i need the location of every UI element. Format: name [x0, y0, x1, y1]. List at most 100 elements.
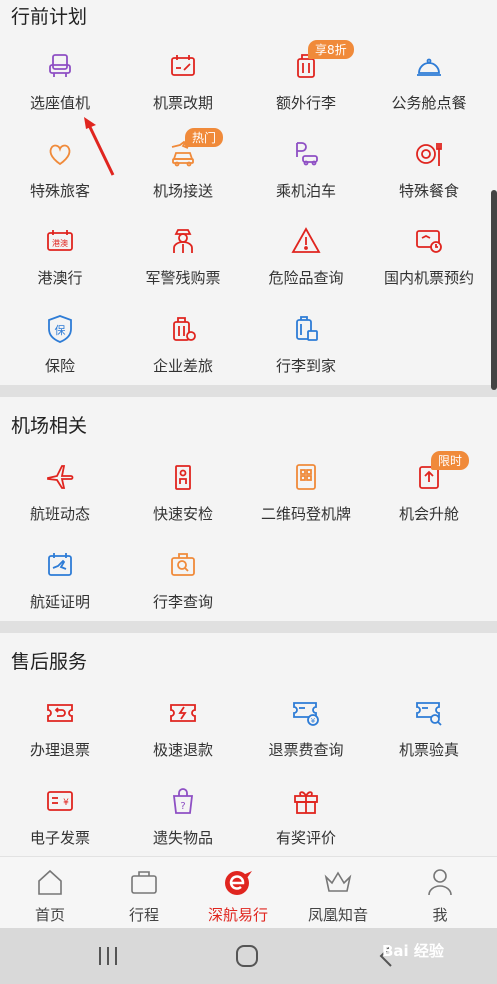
item-flight-status[interactable]: 航班动态 — [0, 461, 120, 541]
item-label: 军警残购票 — [145, 269, 221, 287]
lost-item-icon: ? — [167, 785, 199, 817]
verify-ticket-icon — [413, 697, 445, 729]
item-luggage-home[interactable]: 行李到家 — [246, 313, 366, 393]
item-fast-security[interactable]: 快速安检 — [123, 461, 243, 541]
item-label: 快速安检 — [152, 505, 213, 523]
heart-icon — [44, 138, 76, 170]
item-business-meal[interactable]: 公务舱点餐 — [369, 50, 489, 130]
item-label: 机票验真 — [398, 741, 459, 759]
item-extra-luggage[interactable]: 享8折 额外行李 — [246, 40, 366, 130]
ticket-change-icon — [167, 50, 199, 82]
airline-logo-icon — [225, 871, 252, 895]
item-label: 二维码登机牌 — [260, 505, 351, 523]
warning-icon — [290, 225, 322, 257]
item-label: 行李查询 — [152, 593, 213, 611]
home-button-icon[interactable] — [232, 942, 262, 970]
item-label: 有奖评价 — [275, 829, 336, 847]
tab-phoenix-miles[interactable]: 凤凰知音 — [290, 857, 386, 929]
item-special-meal[interactable]: 特殊餐食 — [369, 138, 489, 218]
seat-icon — [44, 50, 76, 82]
item-label: 额外行李 — [275, 94, 336, 112]
item-refund-ticket[interactable]: 办理退票 — [0, 697, 120, 777]
item-airport-transfer[interactable]: 热门 机场接送 — [123, 128, 243, 218]
person-icon — [428, 869, 452, 896]
tab-label: 行程 — [128, 906, 159, 924]
item-label: 特殊旅客 — [29, 182, 90, 200]
item-label: 航延证明 — [29, 593, 90, 611]
item-lost-items[interactable]: ? 遗失物品 — [123, 785, 243, 865]
item-ticket-change[interactable]: 机票改期 — [123, 50, 243, 130]
luggage-home-icon — [290, 313, 322, 345]
item-military-ticket[interactable]: 军警残购票 — [123, 225, 243, 305]
item-label: 特殊餐食 — [398, 182, 459, 200]
item-label: 危险品查询 — [268, 269, 344, 287]
shield-icon: 保 — [44, 313, 76, 345]
section-airport: 机场相关 航班动态 快速安检 二维码登机牌 限时 机会升舱 航延证明 行李查询 — [0, 397, 497, 621]
officer-icon — [167, 225, 199, 257]
discount-badge: 享8折 — [308, 40, 354, 59]
item-fast-refund[interactable]: 极速退款 — [123, 697, 243, 777]
item-label: 乘机泊车 — [275, 182, 336, 200]
tab-label: 深航易行 — [207, 906, 268, 924]
item-label: 遗失物品 — [152, 829, 213, 847]
item-parking[interactable]: 乘机泊车 — [246, 138, 366, 218]
luggage-search-icon — [167, 549, 199, 581]
item-label: 机会升舱 — [398, 505, 459, 523]
item-label: 港澳行 — [37, 269, 83, 287]
item-verify-ticket[interactable]: 机票验真 — [369, 697, 489, 777]
item-rated-review[interactable]: 有奖评价 — [246, 785, 366, 865]
item-label: 公务舱点餐 — [391, 94, 467, 112]
item-upgrade[interactable]: 限时 机会升舱 — [369, 451, 489, 541]
watermark: Bai 经验 — [382, 942, 444, 960]
item-insurance[interactable]: 保 保险 — [0, 313, 120, 393]
item-label: 机票改期 — [152, 94, 213, 112]
tab-itinerary[interactable]: 行程 — [96, 857, 192, 929]
item-label: 办理退票 — [29, 741, 90, 759]
refund-fee-icon: ¥ — [290, 697, 322, 729]
item-label: 保险 — [44, 357, 75, 375]
item-label: 退票费查询 — [268, 741, 344, 759]
tab-label: 凤凰知音 — [307, 906, 368, 924]
tab-home[interactable]: 首页 — [2, 857, 98, 929]
business-luggage-icon — [167, 313, 199, 345]
section-title-pre-trip: 行前计划 — [11, 6, 88, 28]
item-delay-certificate[interactable]: 航延证明 — [0, 549, 120, 629]
section-pre-trip: 行前计划 选座值机 机票改期 享8折 额外行李 公务舱点餐 特殊旅客 热门 机场… — [0, 0, 497, 385]
section-divider — [0, 385, 497, 397]
meal-icon — [413, 138, 445, 170]
security-check-icon — [167, 461, 199, 493]
item-hk-macau[interactable]: 港澳 港澳行 — [0, 225, 120, 305]
ticket-clock-icon — [413, 225, 445, 257]
tab-label: 首页 — [34, 906, 65, 924]
item-e-invoice[interactable]: ¥ 电子发票 — [0, 785, 120, 865]
plane-icon — [44, 461, 76, 493]
item-luggage-query[interactable]: 行李查询 — [123, 549, 243, 629]
gift-icon — [290, 785, 322, 817]
scroll-indicator[interactable] — [491, 190, 497, 390]
item-label: 行李到家 — [275, 357, 336, 375]
invoice-icon: ¥ — [44, 785, 76, 817]
recent-apps-icon[interactable] — [93, 942, 123, 970]
tab-label: 我 — [432, 906, 448, 924]
item-label: 航班动态 — [29, 505, 90, 523]
item-label: 电子发票 — [29, 829, 90, 847]
item-dangerous-goods[interactable]: 危险品查询 — [246, 225, 366, 305]
hk-macau-icon: 港澳 — [44, 225, 76, 257]
refund-ticket-icon — [44, 697, 76, 729]
svg-text:?: ? — [180, 801, 185, 812]
limited-badge: 限时 — [431, 451, 470, 470]
item-qr-boarding-pass[interactable]: 二维码登机牌 — [246, 461, 366, 541]
section-title-airport: 机场相关 — [11, 415, 88, 437]
tab-shenzhen-airlines[interactable]: 深航易行 — [190, 857, 286, 929]
item-business-travel[interactable]: 企业差旅 — [123, 313, 243, 393]
item-refund-fee-query[interactable]: ¥ 退票费查询 — [246, 697, 366, 777]
home-icon — [38, 869, 62, 895]
fast-refund-icon — [167, 697, 199, 729]
tab-me[interactable]: 我 — [392, 857, 488, 929]
hot-badge: 热门 — [185, 128, 224, 147]
item-label: 选座值机 — [29, 94, 90, 112]
item-label: 国内机票预约 — [383, 269, 474, 287]
bottom-tab-bar: 首页 行程 深航易行 凤凰知音 我 — [0, 856, 497, 928]
item-domestic-booking[interactable]: 国内机票预约 — [369, 225, 489, 305]
section-after-sales: 售后服务 办理退票 极速退款 ¥ 退票费查询 机票验真 ¥ 电子发票 ? 遗失物… — [0, 633, 497, 856]
